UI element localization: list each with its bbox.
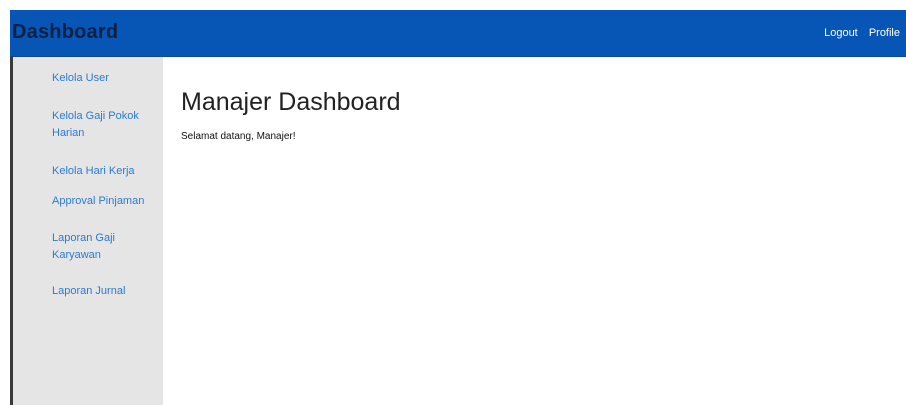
app-window: Dashboard Logout Profile Kelola User Kel…	[0, 0, 906, 405]
top-nav-links: Logout Profile	[816, 27, 900, 39]
sidebar-item-approval-pinjaman[interactable]: Approval Pinjaman	[52, 193, 152, 210]
page-title: Manajer Dashboard	[181, 88, 401, 116]
sidebar-item-kelola-user[interactable]: Kelola User	[52, 70, 152, 87]
sidebar-item-laporan-gaji-karyawan[interactable]: Laporan Gaji Karyawan	[52, 230, 152, 264]
sidebar: Kelola User Kelola Gaji Pokok Harian Kel…	[10, 57, 163, 405]
top-navbar: Dashboard Logout Profile	[10, 10, 906, 57]
brand-title[interactable]: Dashboard	[12, 21, 118, 44]
profile-link[interactable]: Profile	[869, 27, 900, 39]
welcome-message: Selamat datang, Manajer!	[181, 131, 296, 142]
logout-link[interactable]: Logout	[824, 27, 858, 39]
sidebar-item-kelola-gaji-pokok-harian[interactable]: Kelola Gaji Pokok Harian	[52, 108, 152, 142]
main-content: Manajer Dashboard Selamat datang, Manaje…	[163, 57, 906, 405]
sidebar-item-laporan-jurnal[interactable]: Laporan Jurnal	[52, 283, 152, 300]
sidebar-item-kelola-hari-kerja[interactable]: Kelola Hari Kerja	[52, 163, 152, 180]
